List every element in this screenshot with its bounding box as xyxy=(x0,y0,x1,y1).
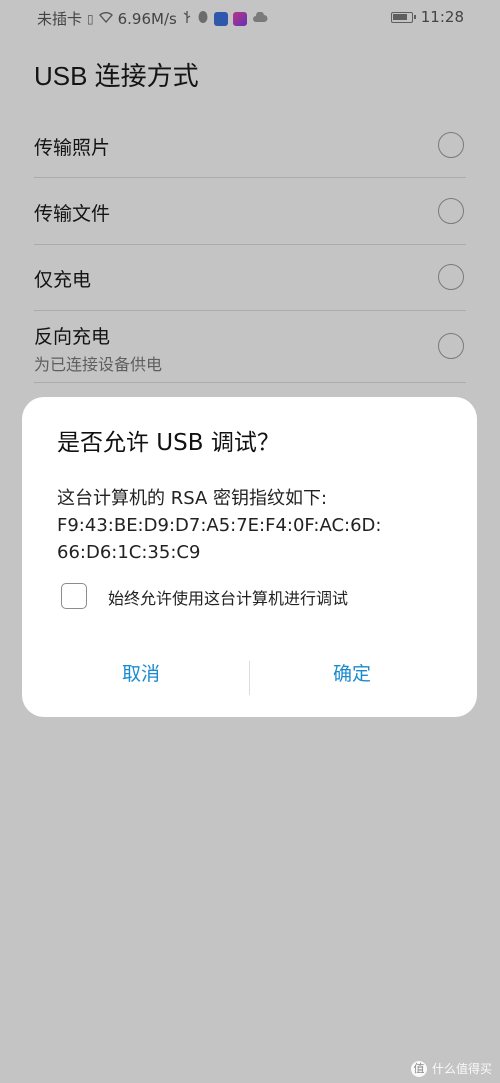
watermark: 值 什么值得买 xyxy=(410,1060,492,1077)
rsa-fingerprint-line: F9:43:BE:D9:D7:A5:7E:F4:0F:AC:6D: xyxy=(57,515,382,536)
dialog-title: 是否允许 USB 调试？ xyxy=(57,430,280,456)
cancel-button[interactable]: 取消 xyxy=(122,659,160,686)
button-divider xyxy=(249,661,250,695)
always-allow-checkbox[interactable] xyxy=(61,583,87,609)
rsa-fingerprint-line: 66:D6:1C:35:C9 xyxy=(57,542,201,563)
watermark-text: 什么值得买 xyxy=(431,1062,492,1076)
screen: 未插卡 ▯ 6.96M/s 11:28 USB 连接方式 传输照片 传输文件 仅… xyxy=(0,0,500,1083)
always-allow-label[interactable]: 始终允许使用这台计算机进行调试 xyxy=(108,585,348,609)
confirm-button[interactable]: 确定 xyxy=(333,659,371,686)
usb-debug-dialog: 是否允许 USB 调试？ 这台计算机的 RSA 密钥指纹如下: F9:43:BE… xyxy=(22,397,477,717)
dialog-message: 这台计算机的 RSA 密钥指纹如下: F9:43:BE:D9:D7:A5:7E:… xyxy=(57,485,457,566)
watermark-logo-icon: 值 xyxy=(410,1060,427,1077)
rsa-message-line: 这台计算机的 RSA 密钥指纹如下: xyxy=(57,488,328,509)
